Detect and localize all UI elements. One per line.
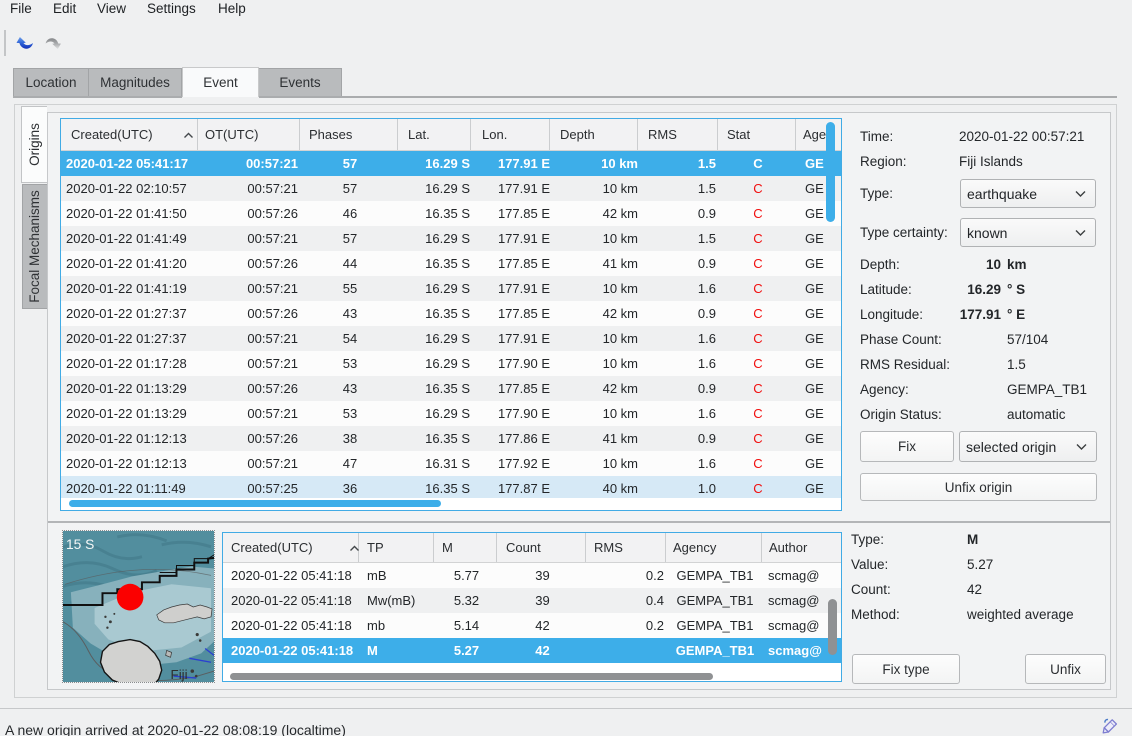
svg-text:15 S: 15 S xyxy=(66,536,94,552)
svg-text:Fiji: Fiji xyxy=(171,667,188,682)
